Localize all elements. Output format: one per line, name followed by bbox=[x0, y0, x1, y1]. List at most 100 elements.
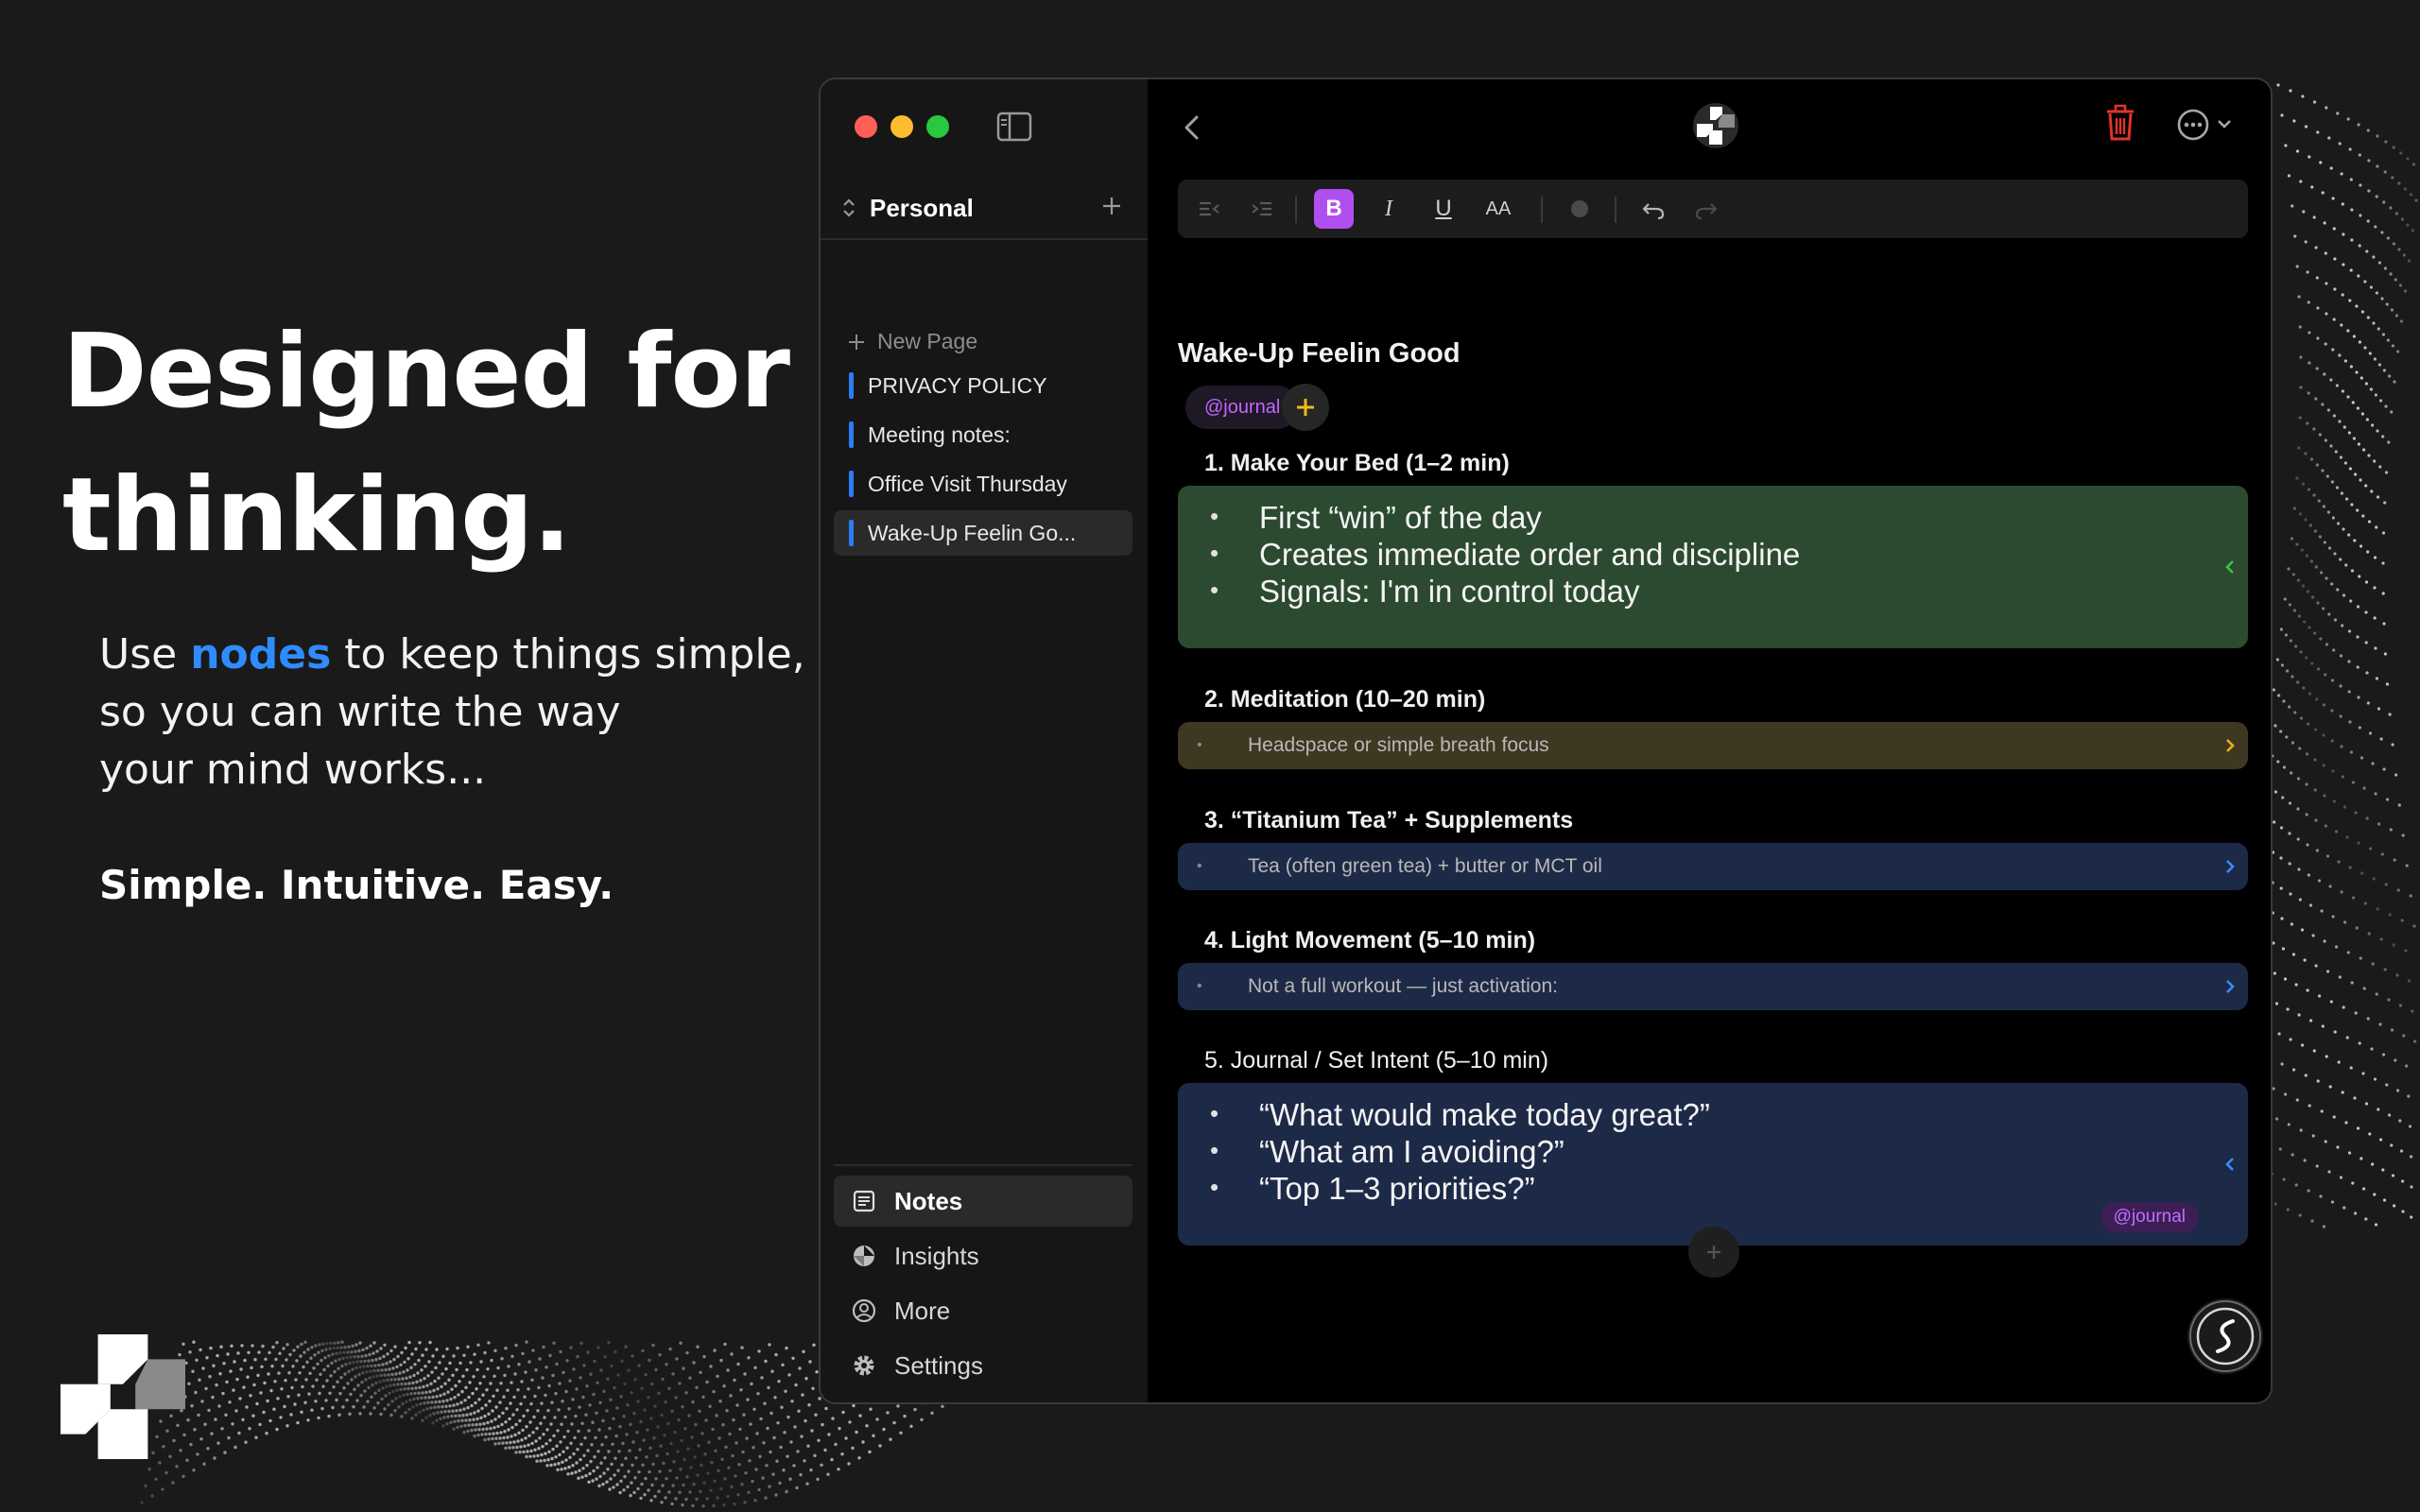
nodes-accent: nodes bbox=[190, 630, 332, 679]
outdent-button[interactable] bbox=[1189, 189, 1229, 229]
nav-insights[interactable]: Insights bbox=[834, 1230, 1132, 1281]
page-item-wake-up[interactable]: Wake-Up Feelin Go... bbox=[834, 510, 1132, 556]
bullet-item[interactable]: “What am I avoiding?” bbox=[1210, 1132, 1710, 1170]
new-page-label: New Page bbox=[877, 329, 978, 353]
add-block-button[interactable] bbox=[1688, 1227, 1739, 1278]
node-summary: Tea (often green tea) + butter or MCT oi… bbox=[1248, 855, 1602, 877]
assistant-swirl-icon bbox=[2189, 1300, 2261, 1372]
nav-label: Notes bbox=[894, 1186, 963, 1215]
collapse-chevron-icon[interactable] bbox=[2220, 557, 2240, 577]
page-color-marker bbox=[849, 421, 854, 448]
bullet-list: “What would make today great?” “What am … bbox=[1210, 1095, 1710, 1207]
expand-chevron-icon[interactable] bbox=[2220, 976, 2240, 997]
window-minimize-button[interactable] bbox=[890, 115, 913, 138]
node-card-make-bed[interactable]: First “win” of the day Creates immediate… bbox=[1178, 486, 2248, 648]
new-page-button[interactable]: New Page bbox=[847, 329, 977, 354]
redo-icon bbox=[1695, 203, 1718, 220]
workspace-switcher[interactable]: Personal bbox=[839, 189, 1132, 227]
window-close-button[interactable] bbox=[855, 115, 877, 138]
node-summary: Not a full workout — just activation: bbox=[1248, 975, 1558, 997]
bullet-item[interactable]: “Top 1–3 priorities?” bbox=[1210, 1169, 1710, 1207]
section-title[interactable]: 5. Journal / Set Intent (5–10 min) bbox=[1204, 1047, 1548, 1074]
nav-settings[interactable]: Settings bbox=[834, 1340, 1132, 1391]
undo-button[interactable] bbox=[1634, 189, 1673, 229]
page-color-marker bbox=[849, 471, 854, 497]
page-item-meeting-notes[interactable]: Meeting notes: bbox=[834, 412, 1132, 457]
page-item-privacy-policy[interactable]: PRIVACY POLICY bbox=[834, 363, 1132, 408]
color-button[interactable] bbox=[1560, 189, 1599, 229]
redo-button[interactable] bbox=[1686, 189, 1726, 229]
page-item-office-visit[interactable]: Office Visit Thursday bbox=[834, 461, 1132, 507]
collapse-chevron-icon[interactable] bbox=[2220, 1154, 2240, 1175]
bullet-item[interactable]: First “win” of the day bbox=[1210, 498, 1800, 536]
assistant-button[interactable] bbox=[2187, 1298, 2263, 1374]
plus-icon bbox=[1707, 1246, 1720, 1259]
chevron-down-icon[interactable] bbox=[2216, 117, 2233, 130]
document-title[interactable]: Wake-Up Feelin Good bbox=[1178, 338, 1461, 369]
gear-icon bbox=[854, 1355, 874, 1376]
brand-logo-icon bbox=[60, 1334, 185, 1459]
node-card-titanium-tea[interactable]: • Tea (often green tea) + butter or MCT … bbox=[1178, 843, 2248, 890]
page-color-marker bbox=[849, 372, 854, 399]
subcopy-line-3: your mind works... bbox=[99, 746, 487, 794]
page-color-marker bbox=[849, 520, 854, 546]
more-options-icon[interactable] bbox=[2176, 108, 2210, 142]
node-card-journal[interactable]: “What would make today great?” “What am … bbox=[1178, 1083, 2248, 1246]
nav-notes[interactable]: Notes bbox=[834, 1176, 1132, 1227]
headline-line-1: Designed for bbox=[62, 313, 790, 431]
inline-journal-tag[interactable]: @journal bbox=[2100, 1202, 2199, 1232]
expand-chevron-icon[interactable] bbox=[2220, 856, 2240, 877]
underline-button[interactable]: U bbox=[1424, 189, 1463, 229]
nav-label: More bbox=[894, 1296, 951, 1325]
app-window: Personal New Page PRIVACY POLICY Meeting… bbox=[819, 77, 2273, 1404]
bullet-dot: • bbox=[1197, 858, 1202, 874]
toolbar-separator bbox=[1541, 197, 1543, 223]
nav-more[interactable]: More bbox=[834, 1285, 1132, 1336]
subcopy-line-1: Use nodes to keep things simple, bbox=[99, 630, 805, 679]
back-chevron-icon[interactable] bbox=[1178, 112, 1206, 144]
plus-icon bbox=[1297, 399, 1314, 416]
bullet-list: First “win” of the day Creates immediate… bbox=[1210, 498, 1800, 610]
insights-icon bbox=[854, 1246, 874, 1266]
section-title[interactable]: 2. Meditation (10–20 min) bbox=[1204, 686, 1485, 713]
subcopy-line-2: so you can write the way bbox=[99, 688, 621, 736]
bottom-nav: Notes Insights More Settings bbox=[834, 1176, 1132, 1395]
app-logo-icon bbox=[1693, 103, 1738, 148]
nav-label: Settings bbox=[894, 1350, 983, 1380]
toolbar-separator bbox=[1615, 197, 1616, 223]
sidebar-toggle-icon[interactable] bbox=[996, 112, 1032, 142]
text-size-button[interactable]: AA bbox=[1478, 189, 1518, 229]
tagline: Simple. Intuitive. Easy. bbox=[99, 862, 614, 908]
node-card-light-movement[interactable]: • Not a full workout — just activation: bbox=[1178, 963, 2248, 1010]
indent-button[interactable] bbox=[1242, 189, 1282, 229]
outdent-icon bbox=[1200, 201, 1219, 216]
italic-button[interactable]: I bbox=[1369, 189, 1409, 229]
bullet-item[interactable]: Signals: I'm in control today bbox=[1210, 572, 1800, 610]
nav-label: Insights bbox=[894, 1241, 979, 1270]
page-item-label: Wake-Up Feelin Go... bbox=[868, 520, 1077, 545]
color-dot-icon bbox=[1571, 200, 1588, 217]
page-item-label: Office Visit Thursday bbox=[868, 471, 1067, 496]
bullet-item[interactable]: “What would make today great?” bbox=[1210, 1095, 1710, 1133]
formatting-toolbar: B I U AA bbox=[1178, 180, 2248, 238]
section-title[interactable]: 3. “Titanium Tea” + Supplements bbox=[1204, 807, 1573, 834]
section-title[interactable]: 1. Make Your Bed (1–2 min) bbox=[1204, 450, 1510, 477]
window-zoom-button[interactable] bbox=[926, 115, 949, 138]
page-list: PRIVACY POLICY Meeting notes: Office Vis… bbox=[834, 363, 1132, 559]
section-title[interactable]: 4. Light Movement (5–10 min) bbox=[1204, 927, 1535, 954]
plus-icon bbox=[849, 334, 864, 350]
expand-chevron-icon[interactable] bbox=[2220, 735, 2240, 756]
trash-icon[interactable] bbox=[2104, 104, 2136, 142]
headline-line-2: thinking. bbox=[62, 456, 572, 575]
add-workspace-plus-icon[interactable] bbox=[1098, 193, 1125, 219]
chevron-up-down-icon bbox=[843, 198, 855, 217]
headline: Designed for thinking. bbox=[62, 301, 819, 588]
indent-icon bbox=[1252, 201, 1271, 216]
page-item-label: Meeting notes: bbox=[868, 421, 1011, 447]
subcopy: Use nodes to keep things simple, so you … bbox=[99, 626, 818, 799]
node-card-meditation[interactable]: • Headspace or simple breath focus bbox=[1178, 722, 2248, 769]
bullet-item[interactable]: Creates immediate order and discipline bbox=[1210, 535, 1800, 573]
editor-pane: B I U AA Wake-Up Feelin Good @journal 1.… bbox=[1148, 79, 2271, 1402]
bold-button[interactable]: B bbox=[1314, 189, 1354, 229]
add-tag-button[interactable] bbox=[1282, 384, 1329, 431]
